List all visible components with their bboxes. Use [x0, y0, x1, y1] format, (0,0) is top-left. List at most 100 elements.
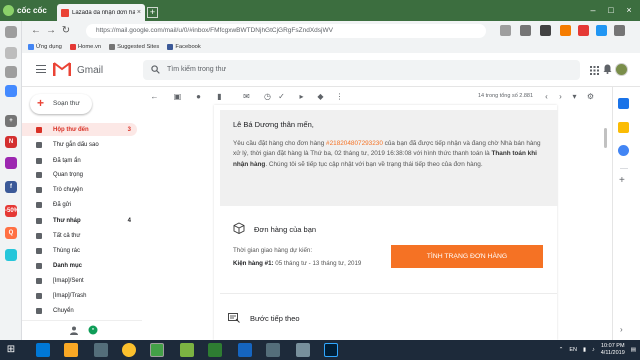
- history-icon[interactable]: [5, 47, 17, 59]
- messenger-icon[interactable]: [5, 85, 17, 97]
- download-icon[interactable]: [520, 25, 531, 36]
- nav-item[interactable]: Thư gắn dấu sao: [22, 138, 137, 151]
- labels-icon[interactable]: ◆: [316, 92, 325, 101]
- avatar[interactable]: [615, 63, 628, 76]
- app-grey-icon[interactable]: [266, 343, 280, 357]
- coccoc-taskbar-icon[interactable]: [150, 343, 164, 357]
- network-icon[interactable]: ▮: [583, 347, 586, 353]
- facebook-sidebar-icon[interactable]: f: [5, 181, 17, 193]
- nav-item[interactable]: [Imap]/Trash: [22, 289, 137, 302]
- bookmark-facebook[interactable]: Facebook: [167, 44, 201, 50]
- nav-item[interactable]: Thư nháp 4: [22, 214, 137, 227]
- notifications-icon[interactable]: [603, 64, 612, 74]
- order-number-link[interactable]: #218204807293230: [326, 140, 383, 147]
- language-indicator[interactable]: EN: [569, 347, 577, 353]
- hangouts-icon[interactable]: ": [88, 325, 98, 335]
- keep-icon[interactable]: [618, 122, 629, 133]
- extension-2-icon[interactable]: [596, 25, 607, 36]
- snooze-icon[interactable]: ◷: [263, 92, 272, 101]
- more-icon[interactable]: ⋮: [335, 92, 344, 101]
- nav-item[interactable]: Thùng rác: [22, 244, 137, 257]
- archive-icon[interactable]: ▣: [173, 92, 182, 101]
- order-section-title: Đơn hàng của bạn: [254, 225, 317, 234]
- add-icon[interactable]: +: [5, 115, 17, 127]
- extension-icon[interactable]: [540, 25, 551, 36]
- sidebar-tab-icon[interactable]: [5, 26, 17, 38]
- maximize-icon[interactable]: □: [603, 3, 619, 17]
- compose-button[interactable]: + Soạn thư: [30, 94, 92, 114]
- browser-menu-icon[interactable]: [614, 25, 625, 36]
- clock-icon[interactable]: [5, 66, 17, 78]
- shopping-icon[interactable]: -50%: [5, 205, 19, 217]
- clock[interactable]: 10:07 PM 4/11/2019: [601, 343, 625, 357]
- search-input[interactable]: Tìm kiếm trong thư: [167, 60, 226, 80]
- back-icon[interactable]: ←: [30, 25, 42, 37]
- forward-icon[interactable]: →: [45, 25, 57, 37]
- nav-item[interactable]: Chuyển: [22, 304, 137, 317]
- app-green-icon[interactable]: [180, 343, 194, 357]
- search-icon[interactable]: [151, 65, 160, 74]
- word-icon[interactable]: [238, 343, 252, 357]
- order-status-button[interactable]: TÌNH TRẠNG ĐƠN HÀNG: [391, 245, 543, 268]
- tray-arrow-icon[interactable]: ⌃: [559, 347, 564, 353]
- minimize-icon[interactable]: –: [585, 3, 601, 17]
- search-app-icon[interactable]: Q: [5, 227, 17, 239]
- input-tools-icon[interactable]: ▾: [571, 92, 578, 101]
- app-cyan-icon[interactable]: [5, 249, 17, 261]
- bookmark-homevn[interactable]: Home.vn: [69, 44, 101, 50]
- report-spam-icon[interactable]: ●: [194, 92, 203, 101]
- chrome-icon[interactable]: [122, 343, 136, 357]
- url-input[interactable]: https://mail.google.com/mail/u/0/#inbox/…: [86, 24, 486, 38]
- volume-icon[interactable]: ♪: [592, 347, 595, 353]
- older-icon[interactable]: ›: [556, 92, 565, 101]
- photoshop-icon[interactable]: [324, 343, 338, 357]
- google-apps-icon[interactable]: [590, 66, 599, 75]
- nav-item[interactable]: Trò chuyện: [22, 183, 137, 196]
- nav-item[interactable]: Quan trọng: [22, 168, 137, 181]
- ie-icon[interactable]: [36, 343, 50, 357]
- newer-icon[interactable]: ‹: [542, 92, 551, 101]
- close-window-icon[interactable]: ×: [621, 3, 637, 17]
- gmail-logo-text: Gmail: [77, 65, 104, 76]
- move-to-icon[interactable]: ▸: [297, 92, 306, 101]
- back-to-inbox-icon[interactable]: ←: [150, 92, 159, 101]
- trash-icon: [36, 247, 42, 254]
- calendar-icon[interactable]: [618, 98, 629, 109]
- media-icon[interactable]: [94, 343, 108, 357]
- collapse-panel-icon[interactable]: ›: [620, 325, 623, 334]
- nav-item[interactable]: Đã tạm ẩn: [22, 154, 137, 167]
- inbox-icon: [36, 126, 42, 133]
- close-tab-icon[interactable]: ×: [137, 9, 141, 16]
- nav-item[interactable]: Tất cả thư: [22, 229, 137, 242]
- settings-icon[interactable]: ⚙: [586, 92, 595, 101]
- nav-item[interactable]: Hộp thư đến 3: [22, 123, 137, 136]
- nav-item[interactable]: Danh mục: [22, 259, 137, 272]
- savior-icon[interactable]: [560, 25, 571, 36]
- file-explorer-icon[interactable]: [64, 343, 78, 357]
- menu-icon[interactable]: [36, 65, 46, 73]
- add-to-tasks-icon[interactable]: ✓: [277, 92, 286, 101]
- get-addons-icon[interactable]: +: [619, 175, 625, 186]
- bookmark-apps[interactable]: Ứng dụng: [28, 44, 62, 50]
- app-n-icon[interactable]: N: [5, 136, 17, 148]
- bookmark-suggested-sites[interactable]: Suggested Sites: [109, 44, 159, 50]
- app-dark-green-icon[interactable]: [208, 343, 222, 357]
- tasks-icon[interactable]: [618, 145, 629, 156]
- browser-tab[interactable]: Lazada đã nhận đơn hàng ×: [57, 4, 145, 21]
- windows-start-icon[interactable]: ⊞: [0, 340, 22, 360]
- nav-item[interactable]: [Imap]/Sent: [22, 274, 137, 287]
- app-purple-icon[interactable]: [5, 157, 17, 169]
- delete-icon[interactable]: ▮: [215, 92, 224, 101]
- app-grey-2-icon[interactable]: [296, 343, 310, 357]
- scrollbar[interactable]: [604, 128, 607, 148]
- person-icon[interactable]: [70, 326, 78, 335]
- mark-unread-icon[interactable]: ✉: [242, 92, 251, 101]
- new-tab-button[interactable]: +: [147, 7, 158, 18]
- reload-icon[interactable]: ↻: [60, 25, 72, 37]
- adblock-icon[interactable]: [578, 25, 589, 36]
- nav-item[interactable]: Đã gửi: [22, 198, 137, 211]
- action-center-icon[interactable]: ▤: [631, 347, 636, 353]
- browser-logo[interactable]: cốc cốc: [3, 4, 47, 17]
- suggested-sites-icon: [109, 44, 116, 50]
- bookmark-star-icon[interactable]: [500, 25, 511, 36]
